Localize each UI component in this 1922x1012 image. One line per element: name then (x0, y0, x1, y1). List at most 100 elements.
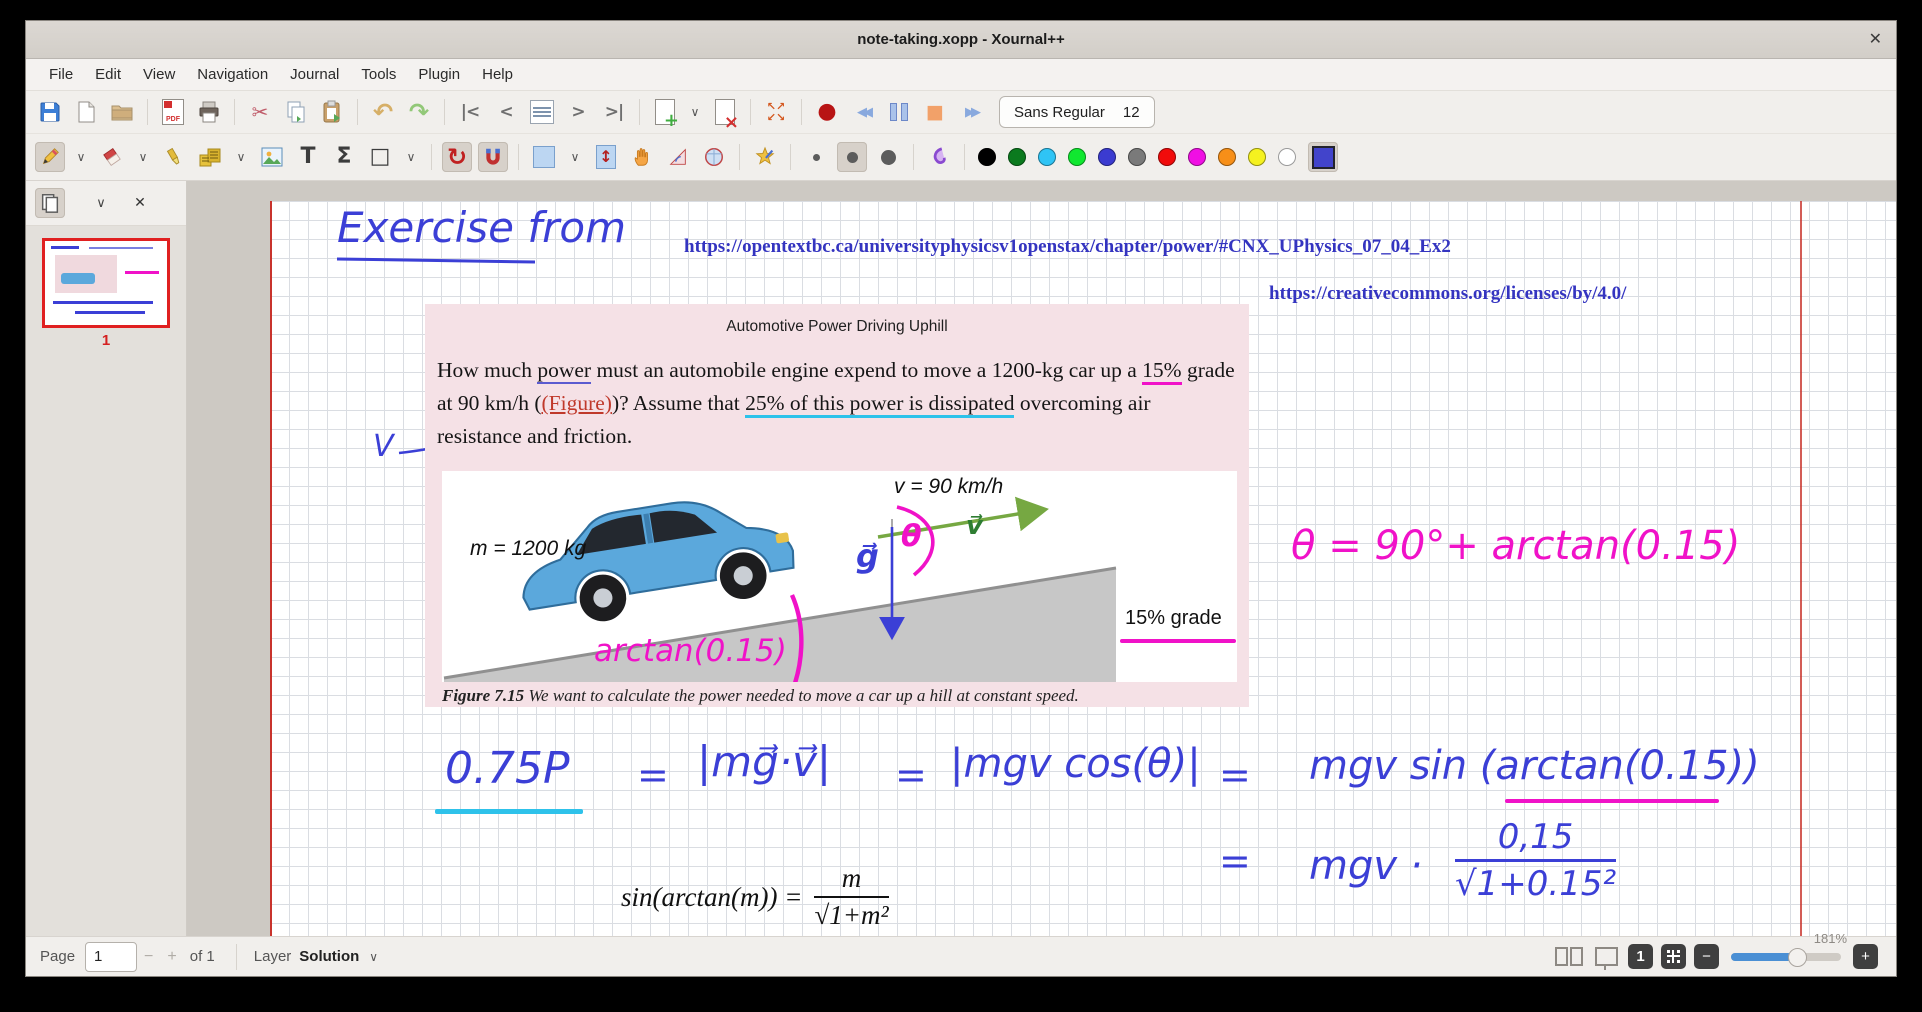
color-swatch-darkgreen[interactable] (1008, 148, 1026, 166)
grid-snap-button[interactable] (478, 142, 508, 172)
close-window-button[interactable]: ✕ (1869, 29, 1882, 49)
text-tool-button[interactable]: T (293, 142, 323, 172)
compass-tool-button[interactable] (699, 142, 729, 172)
color-swatch-gray[interactable] (1128, 148, 1146, 166)
single-page-badge[interactable]: 1 (1628, 944, 1653, 969)
spline-tool-button[interactable] (924, 142, 954, 172)
zoom-out-button[interactable]: − (1694, 944, 1719, 969)
page-thumbnail[interactable] (42, 238, 170, 328)
fit-page-icon (1667, 950, 1680, 963)
vertical-space-button[interactable]: ↕ (591, 142, 621, 172)
forward-button[interactable]: ▶▶ (956, 97, 986, 127)
sidebar-panel-dropdown[interactable]: ∨ (86, 188, 116, 218)
insert-image-button[interactable] (257, 142, 287, 172)
text-tool-icon: T (300, 146, 315, 168)
color-picker-button[interactable] (1308, 142, 1338, 172)
first-page-button[interactable]: |< (455, 97, 485, 127)
menu-view[interactable]: View (132, 66, 186, 83)
paste-button[interactable] (317, 97, 347, 127)
zoom-slider[interactable]: 181% (1731, 953, 1841, 961)
add-page-dropdown[interactable]: ∨ (686, 97, 704, 127)
menu-plugin[interactable]: Plugin (407, 66, 471, 83)
menu-tools[interactable]: Tools (350, 66, 407, 83)
pen-tool-button[interactable] (35, 142, 65, 172)
text-template-dropdown[interactable]: ∨ (231, 142, 251, 172)
undo-button[interactable]: ↶ (368, 97, 398, 127)
color-swatch-cyan[interactable] (1038, 148, 1056, 166)
add-page-button[interactable]: + (650, 97, 680, 127)
eraser-dropdown[interactable]: ∨ (133, 142, 153, 172)
page-preview-panel-button[interactable] (35, 188, 65, 218)
save-button[interactable] (35, 97, 65, 127)
shape-tool-button[interactable]: □ (365, 142, 395, 172)
statusbar-separator (236, 944, 237, 970)
sidebar-close-button[interactable]: ✕ (125, 188, 155, 218)
page-decrement-button[interactable]: − (137, 948, 160, 966)
select-rectangle-button[interactable] (529, 142, 559, 172)
eraser-tool-button[interactable] (97, 142, 127, 172)
previous-page-button[interactable]: < (491, 97, 521, 127)
rotation-snap-button[interactable]: ↻ (442, 142, 472, 172)
menu-edit[interactable]: Edit (84, 66, 132, 83)
close-icon: ✕ (134, 196, 146, 210)
pause-button[interactable] (884, 97, 914, 127)
pen-size-fine-button[interactable] (801, 142, 831, 172)
copy-button[interactable] (281, 97, 311, 127)
figure-link[interactable]: (Figure) (542, 391, 612, 415)
shape-recognizer-button[interactable] (750, 142, 780, 172)
fit-page-button[interactable] (1661, 944, 1686, 969)
link-opentextbc[interactable]: https://opentextbc.ca/universityphysicsv… (684, 236, 1451, 258)
record-audio-button[interactable]: ● (812, 97, 842, 127)
dual-page-view-button[interactable] (1555, 947, 1583, 966)
export-pdf-button[interactable]: PDF (158, 97, 188, 127)
zoom-in-button[interactable]: + (1853, 944, 1878, 969)
pen-size-thick-button[interactable] (873, 142, 903, 172)
delete-page-button[interactable]: × (710, 97, 740, 127)
color-swatch-magenta[interactable] (1188, 148, 1206, 166)
setsquare-tool-button[interactable] (663, 142, 693, 172)
pen-dropdown[interactable]: ∨ (71, 142, 91, 172)
color-swatch-blue[interactable] (1098, 148, 1116, 166)
highlighter-tool-button[interactable] (159, 142, 189, 172)
redo-button[interactable]: ↷ (404, 97, 434, 127)
last-page-button[interactable]: >| (599, 97, 629, 127)
color-swatch-orange[interactable] (1218, 148, 1236, 166)
color-swatch-black[interactable] (978, 148, 996, 166)
cut-button[interactable]: ✂ (245, 97, 275, 127)
stop-button[interactable]: ■ (920, 97, 950, 127)
new-document-button[interactable] (71, 97, 101, 127)
screenshot-stage: note-taking.xopp - Xournal++ ✕ File Edit… (0, 0, 1922, 1012)
pen-size-medium-button[interactable] (837, 142, 867, 172)
menu-file[interactable]: File (38, 66, 84, 83)
shape-dropdown[interactable]: ∨ (401, 142, 421, 172)
select-dropdown[interactable]: ∨ (565, 142, 585, 172)
color-swatch-white[interactable] (1278, 148, 1296, 166)
open-file-button[interactable] (107, 97, 137, 127)
page-spinner[interactable] (527, 97, 557, 127)
print-button[interactable] (194, 97, 224, 127)
math-tex-button[interactable]: Σ (329, 142, 359, 172)
menu-journal[interactable]: Journal (279, 66, 350, 83)
font-selector-button[interactable]: Sans Regular 12 (999, 96, 1155, 128)
next-page-button[interactable]: > (563, 97, 593, 127)
menu-navigation[interactable]: Navigation (186, 66, 279, 83)
latex-denominator: √1+m² (814, 900, 888, 931)
layer-dropdown[interactable]: ∨ (369, 951, 378, 963)
page-number-input[interactable] (85, 942, 137, 972)
color-swatch-yellow[interactable] (1248, 148, 1266, 166)
rewind-button[interactable]: ◀◀ (848, 97, 878, 127)
fullscreen-button[interactable]: ↖↗ ↙↘ (761, 97, 791, 127)
text-template-tool-button[interactable] (195, 142, 225, 172)
setsquare-icon (667, 146, 689, 168)
menu-help[interactable]: Help (471, 66, 524, 83)
page-increment-button[interactable]: + (160, 948, 183, 966)
link-creativecommons[interactable]: https://creativecommons.org/licenses/by/… (1269, 283, 1626, 305)
zoom-slider-handle[interactable] (1788, 948, 1807, 967)
presentation-mode-button[interactable] (1595, 947, 1618, 966)
hand-tool-button[interactable] (627, 142, 657, 172)
layer-value[interactable]: Solution (299, 948, 359, 965)
toolbar-separator (147, 99, 148, 125)
color-swatch-green[interactable] (1068, 148, 1086, 166)
color-swatch-red[interactable] (1158, 148, 1176, 166)
layer-label: Layer (254, 948, 292, 965)
